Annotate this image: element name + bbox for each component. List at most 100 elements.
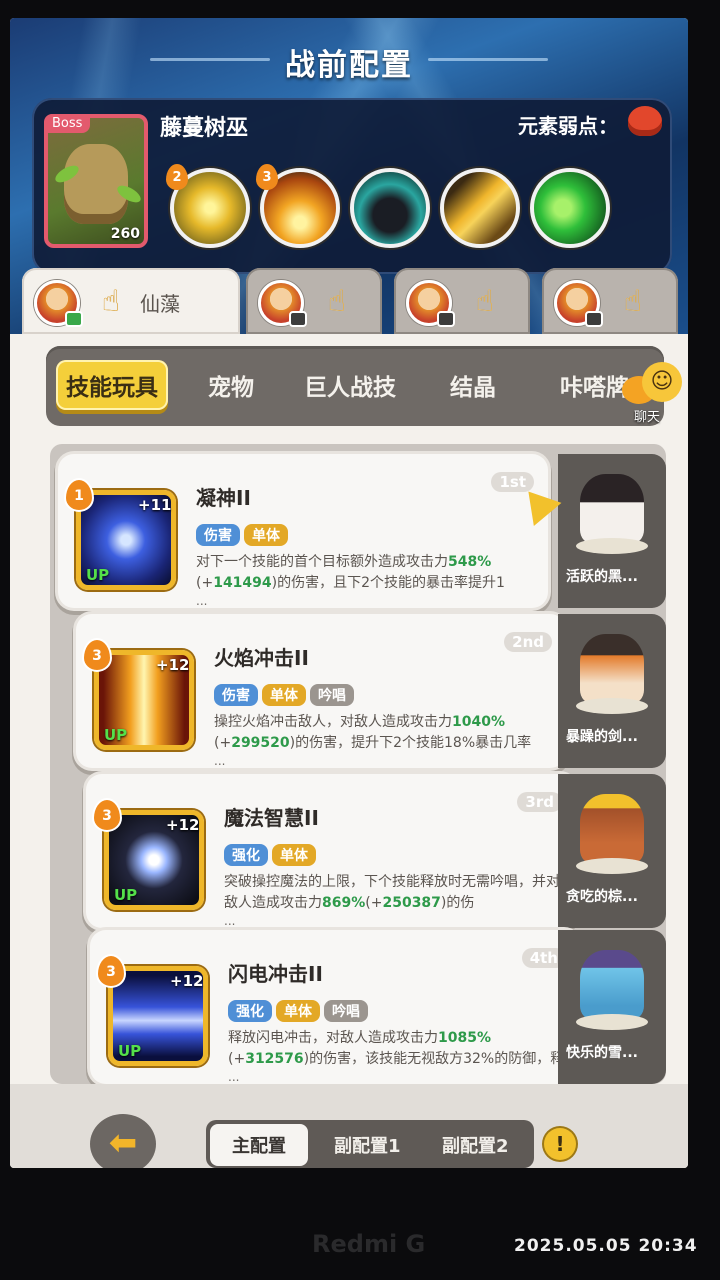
up-indicator: UP: [86, 566, 110, 584]
skill-level-badge: 1: [66, 480, 92, 510]
rank-badge: 2nd: [504, 632, 552, 652]
skill-description: 释放闪电冲击，对敌人造成攻击力1085%(+312576)的伤害，该技能无视敌方…: [228, 1030, 565, 1067]
shadow-creature-skill-icon[interactable]: [350, 168, 430, 248]
tab-pets[interactable]: 宠物: [208, 368, 254, 402]
skill-name: 魔法智慧II: [224, 806, 319, 830]
avatar: [34, 280, 83, 327]
pet-pedestal: [576, 858, 648, 874]
character-tab-3[interactable]: ☝: [394, 268, 530, 334]
golden-blade-skill-icon[interactable]: [440, 168, 520, 248]
status-icon: [65, 311, 83, 327]
skill-level-badge: 2: [166, 164, 188, 190]
boss-panel: Boss 260 藤蔓树巫 元素弱点： 2 3: [32, 98, 672, 274]
tag-buff: 强化: [224, 844, 268, 866]
skill-level-badge: 3: [98, 956, 124, 986]
up-indicator: UP: [118, 1042, 142, 1060]
pet-name: 贪吃的棕...: [566, 889, 638, 905]
tap-hand-icon: ☝: [623, 284, 643, 319]
pet-slot-4[interactable]: 快乐的雪...: [558, 930, 666, 1084]
photo-timestamp: 2025.05.05 20:34: [514, 1236, 698, 1256]
tag-chant: 吟唱: [310, 684, 354, 706]
skill-tags: 强化 单体 吟唱: [228, 1000, 372, 1022]
pet-slot-1[interactable]: 活跃的黑...: [558, 454, 666, 608]
tag-single: 单体: [272, 844, 316, 866]
tag-buff: 强化: [228, 1000, 272, 1022]
back-arrow-button[interactable]: ⬅: [90, 1114, 156, 1168]
skill-level-badge: 3: [84, 640, 110, 670]
config-switcher: 主配置 副配置1 副配置2: [206, 1120, 534, 1168]
tab-skill-toys[interactable]: 技能玩具: [56, 360, 168, 410]
device-brand-watermark: Redmi G: [312, 1230, 426, 1258]
boss-portrait[interactable]: Boss 260: [44, 114, 148, 248]
tab-giant-skills[interactable]: 巨人战技: [304, 368, 396, 402]
more-indicator: ...: [196, 594, 208, 608]
up-indicator: UP: [104, 726, 128, 744]
avatar: [258, 280, 307, 327]
category-tab-bar: 技能玩具 宠物 巨人战技 结晶 咔嗒牌: [46, 346, 664, 426]
tag-single: 单体: [244, 524, 288, 546]
element-weakness-label: 元素弱点：: [518, 114, 618, 138]
pet-pedestal: [576, 1014, 648, 1030]
tab-sub-config-2[interactable]: 副配置2: [442, 1132, 509, 1158]
skill-name: 凝神II: [196, 486, 251, 510]
pet-image: [580, 794, 644, 864]
character-tab-2[interactable]: ☝: [246, 268, 382, 334]
skill-level-badge: 3: [256, 164, 278, 190]
rank-badge: 1st: [491, 472, 534, 492]
tag-single: 单体: [262, 684, 306, 706]
skill-card-4[interactable]: 3 +12 UP 闪电冲击II 4th 强化 单体 吟唱 释放闪电冲击，对敌人造成攻…: [90, 930, 580, 1084]
pet-slot-3[interactable]: 贪吃的棕...: [558, 774, 666, 928]
pet-slot-2[interactable]: 暴躁的剑...: [558, 614, 666, 768]
tap-hand-icon: ☝: [475, 284, 495, 319]
avatar: [406, 280, 455, 327]
smiley-icon: ☺: [642, 362, 682, 402]
tap-hand-icon: ☝: [101, 284, 121, 319]
pet-pedestal: [576, 538, 648, 554]
skill-name: 火焰冲击II: [214, 646, 309, 670]
info-icon[interactable]: !: [544, 1128, 576, 1160]
more-indicator: ...: [224, 914, 236, 928]
boss-face-image: [64, 144, 128, 224]
enhance-level: +12: [170, 972, 204, 990]
pet-pedestal: [576, 698, 648, 714]
page-title: 战前配置: [285, 48, 413, 83]
skill-tags: 伤害 单体 吟唱: [214, 684, 358, 706]
up-indicator: UP: [114, 886, 138, 904]
boss-level: 260: [110, 226, 140, 242]
tab-crystals[interactable]: 结晶: [450, 368, 496, 402]
tab-main-config[interactable]: 主配置: [210, 1124, 308, 1166]
enhance-level: +12: [166, 816, 200, 834]
game-screen: 战前配置 Boss 260 藤蔓树巫 元素弱点： 2 3 ☝ 仙藻 ☝ ☝ ☝ …: [10, 18, 688, 1168]
skill-tags: 强化 单体: [224, 844, 320, 866]
tab-sub-config-1[interactable]: 副配置1: [334, 1132, 401, 1158]
enhance-level: +12: [156, 656, 190, 674]
skill-list[interactable]: 1 +11 UP 凝神II 1st 伤害 单体 对下一个技能的首个目标额外造成攻击…: [50, 444, 666, 1084]
tag-chant: 吟唱: [324, 1000, 368, 1022]
chat-label: 聊天: [634, 410, 661, 425]
skill-description: 操控火焰冲击敌人，对敌人造成攻击力1040%(+299520)的伤害，提升下2个…: [214, 714, 532, 751]
status-icon: [289, 311, 307, 327]
skill-level-badge: 3: [94, 800, 120, 830]
more-indicator: ...: [214, 754, 226, 768]
pet-image: [580, 634, 644, 704]
skill-card-2[interactable]: 3 +12 UP 火焰冲击II 2nd 伤害 单体 吟唱 操控火焰冲击敌人，对敌人造…: [76, 614, 566, 768]
poison-bubbles-skill-icon[interactable]: [530, 168, 610, 248]
skill-card-3[interactable]: 3 +12 UP 魔法智慧II 3rd 强化 单体 突破操控魔法的上限，下个技能释…: [86, 774, 576, 928]
character-tab-4[interactable]: ☝: [542, 268, 678, 334]
chat-button[interactable]: ☺ 聊天: [618, 356, 684, 426]
status-icon: [437, 311, 455, 327]
character-tab-1[interactable]: ☝ 仙藻: [22, 268, 240, 334]
more-indicator: ...: [228, 1070, 240, 1084]
skill-name: 闪电冲击II: [228, 962, 323, 986]
main-panel: 技能玩具 宠物 巨人战技 结晶 咔嗒牌 ☺ 聊天 1 +11 UP 凝神II 1…: [10, 334, 688, 1168]
sunburst-skill-icon[interactable]: 2: [166, 164, 250, 248]
skill-card-1[interactable]: 1 +11 UP 凝神II 1st 伤害 单体 对下一个技能的首个目标额外造成攻击…: [58, 454, 548, 608]
status-icon: [585, 311, 603, 327]
flame-skill-icon[interactable]: 3: [256, 164, 340, 248]
fire-element-icon[interactable]: [628, 106, 662, 136]
pet-name: 暴躁的剑...: [566, 729, 638, 745]
avatar: [554, 280, 603, 327]
skill-description: 对下一个技能的首个目标额外造成攻击力548%(+141494)的伤害，且下2个技…: [196, 554, 505, 591]
pet-name: 快乐的雪...: [566, 1045, 638, 1061]
character-name: 仙藻: [140, 292, 180, 316]
